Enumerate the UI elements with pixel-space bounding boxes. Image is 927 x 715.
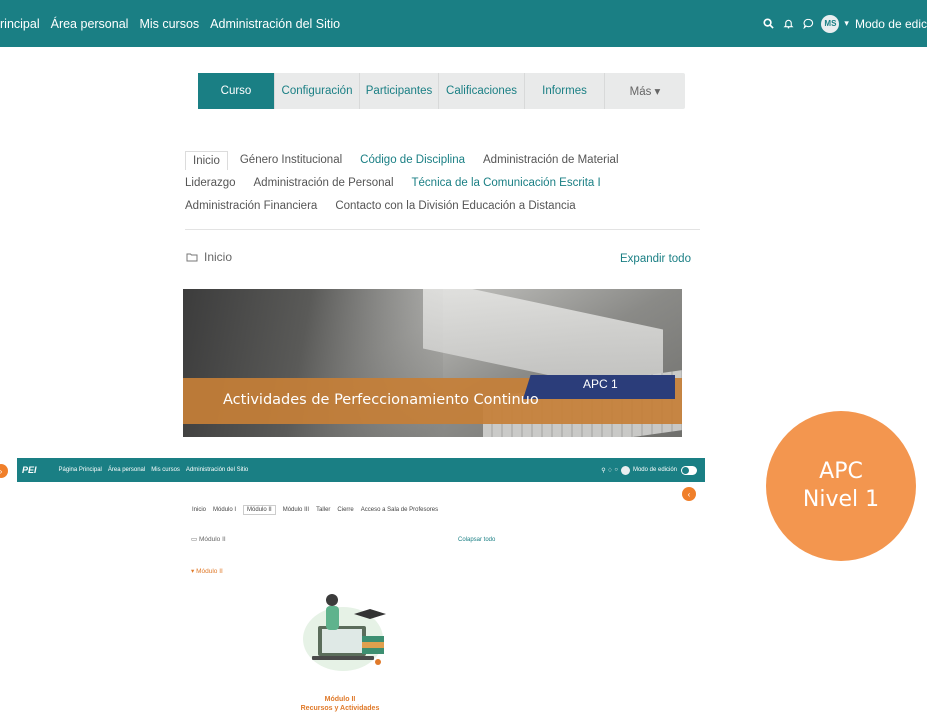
tab-settings[interactable]: Configuración [275,73,360,109]
section-tab[interactable]: Módulo I [213,507,236,515]
edit-mode-toggle[interactable] [681,465,697,475]
badge-line2: Nivel 1 [802,487,880,512]
user-avatar[interactable] [620,465,630,475]
search-icon[interactable] [761,17,775,31]
collapse-all-link[interactable]: Colapsar todo [458,537,495,543]
top-navbar: rincipal Área personal Mis cursos Admini… [0,0,927,47]
tab-more[interactable]: Más ▾ [605,73,685,109]
section-finance[interactable]: Administración Financiera [185,200,317,212]
site-logo[interactable]: PEI [22,465,37,475]
breadcrumb: Inicio [186,250,232,264]
section-leadership[interactable]: Liderazgo [185,177,236,189]
section-material[interactable]: Administración de Material [483,154,619,166]
module-title-line2: Recursos y Actividades [300,705,380,712]
chevron-down-icon[interactable]: ▾ [844,18,849,29]
breadcrumb-label[interactable]: Inicio [204,250,232,264]
section-links: Inicio Género Institucional Código de Di… [185,149,705,218]
tab-course[interactable]: Curso [198,73,275,109]
module-title-line1: Módulo II [324,696,356,703]
section-writing[interactable]: Técnica de la Comunicación Escrita I [412,177,601,189]
folder-icon [186,253,198,262]
embedded-section-tabs: Inicio Módulo I Módulo II Módulo III Tal… [192,505,445,515]
caret-down-icon[interactable]: ▾ [191,568,194,575]
user-menu-area: MS ▾ Modo de edic [761,0,927,47]
drawer-toggle-right-icon[interactable]: ‹ [682,487,696,501]
chat-icon[interactable]: ○ [614,467,618,473]
tab-grades[interactable]: Calificaciones [439,73,525,109]
section-heading[interactable]: ▾ Módulo II [191,567,223,575]
nav-personal-area[interactable]: Área personal [51,17,129,31]
page: rincipal Área personal Mis cursos Admini… [0,0,927,715]
section-row: Inicio Género Institucional Código de Di… [185,149,705,171]
breadcrumb-label[interactable]: Módulo II [199,536,226,543]
module-title: Módulo II Recursos y Actividades [290,695,390,713]
apc-level-badge: APC Nivel 1 [766,411,916,561]
tab-participants[interactable]: Participantes [360,73,439,109]
bell-icon[interactable] [781,17,795,31]
bell-icon[interactable]: ♢ [607,467,612,474]
folder-icon: ▭ [191,536,198,543]
nav-my-courses[interactable]: Mis cursos [151,467,180,473]
nav-home[interactable]: rincipal [0,17,40,31]
section-personnel[interactable]: Administración de Personal [254,177,394,189]
nav-site-admin[interactable]: Administración del Sitio [210,17,340,31]
divider [185,229,700,230]
section-contact[interactable]: Contacto con la División Educación a Dis… [335,200,575,212]
section-gender[interactable]: Género Institucional [240,154,342,166]
section-row: Liderazgo Administración de Personal Téc… [185,172,705,194]
module-illustration [303,594,386,671]
section-tab[interactable]: Módulo III [283,507,309,515]
nav-personal-area[interactable]: Área personal [108,467,145,473]
embedded-navbar: PEI Página Principal Área personal Mis c… [17,458,705,482]
section-tab[interactable]: Taller [316,507,330,515]
edit-mode-label[interactable]: Modo de edición [633,467,677,473]
section-row: Administración Financiera Contacto con l… [185,195,705,217]
embedded-screenshot: PEI Página Principal Área personal Mis c… [0,452,705,715]
section-tab-active[interactable]: Módulo II [243,505,276,515]
section-tab[interactable]: Inicio [192,507,206,515]
section-tab[interactable]: Acceso a Sala de Profesores [361,507,438,515]
section-home[interactable]: Inicio [185,150,228,170]
banner-caption: Actividades de Perfeccionamiento Continu… [223,392,539,408]
expand-all-link[interactable]: Expandir todo [620,253,691,265]
section-heading-label[interactable]: Módulo II [196,568,223,575]
tab-reports[interactable]: Informes [525,73,605,109]
section-tab[interactable]: Cierre [337,507,353,515]
user-avatar[interactable]: MS [821,14,840,33]
chat-icon[interactable] [801,17,815,31]
course-banner: APC 1 Actividades de Perfeccionamiento C… [183,289,682,437]
section-discipline[interactable]: Código de Disciplina [360,154,465,166]
drawer-toggle-left-icon[interactable]: › [0,464,8,478]
embedded-user-area: ⚲ ♢ ○ Modo de edición [601,458,697,482]
primary-nav: rincipal Área personal Mis cursos Admini… [0,0,351,47]
nav-my-courses[interactable]: Mis cursos [139,17,199,31]
course-tabs: Curso Configuración Participantes Califi… [198,73,685,109]
embedded-breadcrumb: ▭ Módulo II [191,535,226,543]
search-icon[interactable]: ⚲ [601,467,605,474]
banner-tag: APC 1 [583,377,618,391]
nav-home[interactable]: Página Principal [59,467,102,473]
nav-site-admin[interactable]: Administración del Sitio [186,467,248,473]
edit-mode-label[interactable]: Modo de edic [855,17,927,31]
badge-line1: APC [819,459,863,484]
